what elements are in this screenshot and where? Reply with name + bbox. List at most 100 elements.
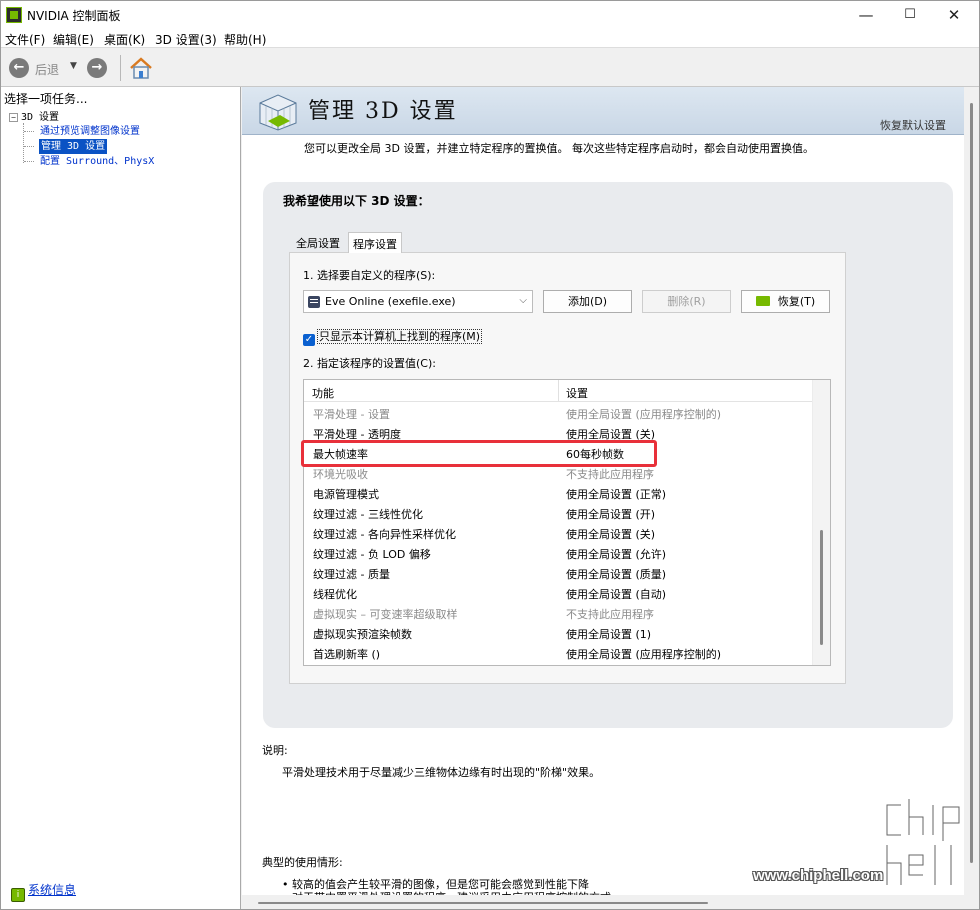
chiphell-watermark-logo: [884, 796, 962, 888]
program-icon: [308, 296, 320, 308]
row-setting[interactable]: 使用全局设置 (正常): [566, 486, 666, 502]
main-vertical-scrollbar-thumb[interactable]: [970, 103, 973, 863]
program-select[interactable]: Eve Online (exefile.exe) ⌵: [303, 290, 533, 313]
close-button[interactable]: ✕: [931, 1, 977, 29]
menu-desktop[interactable]: 桌面(K): [104, 31, 145, 48]
page-title: 管理 3D 设置: [308, 99, 458, 124]
row-feature: 环境光吸收: [313, 468, 368, 481]
minimize-button[interactable]: —: [843, 1, 889, 29]
table-scrollbar-thumb[interactable]: [820, 530, 823, 645]
explanation-heading: 说明:: [262, 744, 288, 757]
history-dropdown-icon[interactable]: ▼: [70, 61, 77, 71]
main-horizontal-scrollbar-thumb[interactable]: [258, 902, 708, 904]
tree-item-configure-surround-physx[interactable]: 配置 Surround、PhysX: [40, 154, 154, 169]
row-setting[interactable]: 使用全局设置 (允许): [566, 546, 666, 562]
tree-branch: [24, 131, 34, 132]
show-found-programs-checkbox[interactable]: ✓ 只显示本计算机上找到的程序(M): [303, 328, 483, 346]
row-setting[interactable]: 使用全局设置 (关): [566, 526, 655, 542]
system-info-label[interactable]: 系统信息: [28, 883, 76, 897]
row-feature: 纹理过滤 - 三线性优化: [313, 508, 423, 521]
row-feature: 纹理过滤 - 负 LOD 偏移: [313, 548, 431, 561]
group-title: 我希望使用以下 3D 设置：: [283, 194, 430, 208]
watermark-url: www.chiphell.com: [753, 867, 884, 884]
nvidia-logo-icon: [755, 296, 770, 306]
row-setting[interactable]: 使用全局设置 (质量): [566, 566, 666, 582]
row-feature: 平滑处理 - 设置: [313, 408, 390, 421]
toolbar: ← 后退 ▼ →: [1, 49, 979, 87]
info-icon: i: [11, 888, 25, 902]
row-feature: 虚拟现实 – 可变速率超级取样: [313, 608, 458, 621]
system-info-link[interactable]: i 系统信息: [11, 881, 76, 902]
checkbox-checked-icon[interactable]: ✓: [303, 334, 315, 346]
tree-root-label: 3D 设置: [21, 112, 60, 123]
table-row[interactable]: 线程优化 使用全局设置 (自动): [304, 583, 812, 603]
table-row[interactable]: 虚拟现实预渲染帧数 使用全局设置 (1): [304, 623, 812, 643]
table-row[interactable]: 纹理过滤 - 负 LOD 偏移 使用全局设置 (允许): [304, 543, 812, 563]
tree-item-preview-image-settings[interactable]: 通过预览调整图像设置: [40, 124, 140, 139]
title-bar: NVIDIA 控制面板 — ☐ ✕: [1, 1, 979, 29]
row-setting[interactable]: 使用全局设置 (1): [566, 626, 651, 642]
step2-label: 2. 指定该程序的设置值(C):: [303, 357, 436, 370]
explanation-text: 平滑处理技术用于尽量减少三维物体边缘有时出现的"阶梯"效果。: [282, 766, 601, 779]
menu-bar: 文件(F) 编辑(E) 桌面(K) 3D 设置(3) 帮助(H): [1, 29, 979, 48]
maximize-button[interactable]: ☐: [887, 1, 933, 29]
task-sidebar: 选择一项任务... −3D 设置 通过预览调整图像设置 管理 3D 设置 配置 …: [1, 87, 241, 909]
tree-branch: [24, 161, 34, 162]
table-scrollbar[interactable]: [812, 380, 830, 665]
settings-table[interactable]: 功能 设置 平滑处理 - 设置 使用全局设置 (应用程序控制的) 平滑处理 - 透明…: [303, 379, 831, 666]
column-divider[interactable]: [558, 380, 559, 401]
row-setting[interactable]: 不支持此应用程序: [566, 606, 654, 622]
restore-program-button[interactable]: 恢复(T): [741, 290, 830, 313]
main-content: 管理 3D 设置 恢复默认设置 您可以更改全局 3D 设置，并建立特定程序的置换…: [242, 87, 964, 895]
forward-arrow-icon[interactable]: →: [87, 58, 107, 78]
tree-item-manage-3d-settings[interactable]: 管理 3D 设置: [39, 139, 108, 154]
row-feature: 线程优化: [313, 588, 357, 601]
table-row[interactable]: 虚拟现实 – 可变速率超级取样 不支持此应用程序: [304, 603, 812, 623]
remove-program-button[interactable]: 删除(R): [642, 290, 731, 313]
table-row[interactable]: 纹理过滤 - 三线性优化 使用全局设置 (开): [304, 503, 812, 523]
row-feature: 虚拟现实预渲染帧数: [313, 628, 412, 641]
nvidia-control-panel-window: NVIDIA 控制面板 — ☐ ✕ 文件(F) 编辑(E) 桌面(K) 3D 设…: [0, 0, 980, 910]
restore-defaults-link[interactable]: 恢复默认设置: [880, 117, 946, 133]
row-setting[interactable]: 使用全局设置 (开): [566, 506, 655, 522]
chevron-down-icon[interactable]: ⌵: [519, 295, 527, 306]
window-title: NVIDIA 控制面板: [27, 9, 121, 23]
collapse-icon[interactable]: −: [9, 113, 18, 122]
row-setting[interactable]: 使用全局设置 (应用程序控制的): [566, 406, 721, 422]
menu-file[interactable]: 文件(F): [5, 31, 45, 48]
row-feature: 首选刷新率 (): [313, 648, 381, 661]
table-row[interactable]: 电源管理模式 使用全局设置 (正常): [304, 483, 812, 503]
toolbar-separator: [120, 55, 121, 81]
table-row[interactable]: 平滑处理 - 设置 使用全局设置 (应用程序控制的): [304, 403, 812, 423]
add-program-button[interactable]: 添加(D): [543, 290, 632, 313]
row-setting[interactable]: 不支持此应用程序: [566, 466, 654, 482]
back-arrow-icon[interactable]: ←: [9, 58, 29, 78]
main-horizontal-scrollbar[interactable]: [242, 895, 979, 909]
row-feature: 电源管理模式: [313, 488, 379, 501]
menu-help[interactable]: 帮助(H): [224, 31, 266, 48]
table-row[interactable]: 纹理过滤 - 质量 使用全局设置 (质量): [304, 563, 812, 583]
main-vertical-scrollbar[interactable]: [964, 87, 979, 895]
row-feature: 纹理过滤 - 各向异性采样优化: [313, 528, 456, 541]
menu-3d-settings[interactable]: 3D 设置(3): [155, 31, 217, 48]
tree-root-3d-settings[interactable]: −3D 设置: [9, 110, 59, 125]
checkbox-label[interactable]: 只显示本计算机上找到的程序(M): [317, 329, 483, 344]
sidebar-header: 选择一项任务...: [4, 92, 88, 106]
step1-label: 1. 选择要自定义的程序(S):: [303, 269, 436, 282]
tab-global-settings[interactable]: 全局设置: [292, 232, 344, 252]
tab-program-settings[interactable]: 程序设置: [348, 232, 402, 253]
home-icon[interactable]: [128, 55, 154, 81]
row-setting[interactable]: 使用全局设置 (自动): [566, 586, 666, 602]
row-feature: 纹理过滤 - 质量: [313, 568, 390, 581]
row-setting[interactable]: 使用全局设置 (应用程序控制的): [566, 646, 721, 662]
tree-connector: [23, 123, 24, 163]
header-setting[interactable]: 设置: [566, 385, 588, 401]
restore-button-label: 恢复(T): [777, 295, 816, 308]
menu-edit[interactable]: 编辑(E): [53, 31, 94, 48]
page-description: 您可以更改全局 3D 设置，并建立特定程序的置换值。 每次这些特定程序启动时，都…: [304, 142, 814, 155]
highlight-box: [301, 440, 657, 467]
table-row[interactable]: 纹理过滤 - 各向异性采样优化 使用全局设置 (关): [304, 523, 812, 543]
header-feature[interactable]: 功能: [312, 385, 334, 401]
table-row[interactable]: 首选刷新率 () 使用全局设置 (应用程序控制的): [304, 643, 812, 663]
back-label[interactable]: 后退: [35, 61, 59, 78]
